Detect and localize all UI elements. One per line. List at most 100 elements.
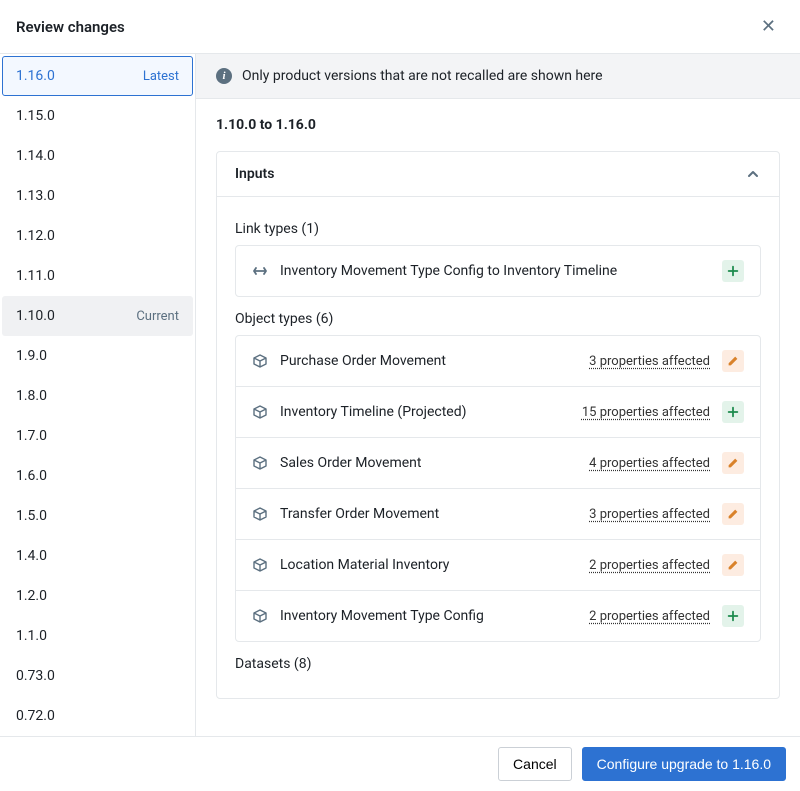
version-number: 1.8.0 <box>16 388 47 404</box>
list-item[interactable]: Transfer Order Movement 3 properties affe… <box>236 489 760 540</box>
notice-text: Only product versions that are not recal… <box>242 68 603 84</box>
list-item[interactable]: Location Material Inventory 2 properties … <box>236 540 760 591</box>
cube-icon <box>252 608 268 624</box>
pencil-icon <box>726 558 740 572</box>
pencil-icon <box>726 456 740 470</box>
version-number: 1.10.0 <box>16 308 55 324</box>
dialog-body: 1.16.0 Latest 1.15.0 1.14.0 1.13.0 1.12.0 1.11… <box>0 54 800 736</box>
items-box: Purchase Order Movement 3 properties affe… <box>235 335 761 642</box>
added-badge <box>722 605 744 627</box>
version-number: 1.15.0 <box>16 108 55 124</box>
inputs-section: Inputs Link types (1) Inventory Movement … <box>216 151 780 699</box>
items-box: Inventory Movement Type Config to Invent… <box>235 245 761 297</box>
properties-affected: 2 properties affected <box>589 609 710 624</box>
version-item[interactable]: 1.5.0 <box>2 496 193 536</box>
version-item[interactable]: 1.14.0 <box>2 136 193 176</box>
dialog-title: Review changes <box>16 18 125 36</box>
configure-upgrade-button[interactable]: Configure upgrade to 1.16.0 <box>582 747 786 781</box>
main-panel: i Only product versions that are not rec… <box>196 54 800 736</box>
version-item[interactable]: 1.13.0 <box>2 176 193 216</box>
version-number: 1.4.0 <box>16 548 47 564</box>
list-item[interactable]: Sales Order Movement 4 properties affecte… <box>236 438 760 489</box>
pencil-icon <box>726 354 740 368</box>
item-name: Transfer Order Movement <box>280 506 577 522</box>
section-title: Inputs <box>235 166 274 182</box>
version-item[interactable]: 1.16.0 Latest <box>2 56 193 96</box>
version-number: 1.6.0 <box>16 468 47 484</box>
version-item[interactable]: 1.9.0 <box>2 336 193 376</box>
item-name: Purchase Order Movement <box>280 353 577 369</box>
version-number: 1.1.0 <box>16 628 47 644</box>
properties-affected: 2 properties affected <box>589 558 710 573</box>
version-number: 1.11.0 <box>16 268 55 284</box>
version-item[interactable]: 1.10.0 Current <box>2 296 193 336</box>
close-button[interactable]: ✕ <box>753 12 784 41</box>
inputs-section-header[interactable]: Inputs <box>217 152 779 197</box>
version-number: 1.2.0 <box>16 588 47 604</box>
cancel-button[interactable]: Cancel <box>498 747 572 781</box>
version-tag: Latest <box>143 69 179 84</box>
properties-affected: 3 properties affected <box>589 507 710 522</box>
item-name: Sales Order Movement <box>280 455 577 471</box>
version-item[interactable]: 0.73.0 <box>2 656 193 696</box>
version-range-title: 1.10.0 to 1.16.0 <box>196 99 800 151</box>
group-label: Object types (6) <box>235 297 761 335</box>
cube-icon <box>252 506 268 522</box>
added-badge <box>722 260 744 282</box>
version-item[interactable]: 1.8.0 <box>2 376 193 416</box>
link-icon <box>252 263 268 279</box>
version-number: 0.73.0 <box>16 668 55 684</box>
list-item[interactable]: Inventory Movement Type Config to Invent… <box>236 246 760 296</box>
version-number: 1.9.0 <box>16 348 47 364</box>
version-sidebar: 1.16.0 Latest 1.15.0 1.14.0 1.13.0 1.12.0 1.11… <box>0 54 196 736</box>
cube-icon <box>252 404 268 420</box>
properties-affected: 15 properties affected <box>582 405 710 420</box>
item-name: Inventory Movement Type Config to Invent… <box>280 263 710 279</box>
list-item[interactable]: Inventory Movement Type Config2 properti… <box>236 591 760 641</box>
item-name: Location Material Inventory <box>280 557 577 573</box>
properties-affected: 3 properties affected <box>589 354 710 369</box>
version-item[interactable]: 1.6.0 <box>2 456 193 496</box>
modified-badge <box>722 554 744 576</box>
dialog-footer: Cancel Configure upgrade to 1.16.0 <box>0 736 800 791</box>
list-item[interactable]: Purchase Order Movement 3 properties affe… <box>236 336 760 387</box>
version-number: 1.5.0 <box>16 508 47 524</box>
version-item[interactable]: 1.4.0 <box>2 536 193 576</box>
cube-icon <box>252 455 268 471</box>
cube-icon <box>252 557 268 573</box>
version-item[interactable]: 1.2.0 <box>2 576 193 616</box>
modified-badge <box>722 503 744 525</box>
info-icon: i <box>216 68 232 84</box>
version-number: 1.16.0 <box>16 68 55 84</box>
version-item[interactable]: 1.7.0 <box>2 416 193 456</box>
changes-scroll-area: Inputs Link types (1) Inventory Movement … <box>196 151 800 736</box>
list-item[interactable]: Inventory Timeline (Projected) 15 propert… <box>236 387 760 438</box>
version-number: 1.7.0 <box>16 428 47 444</box>
added-badge <box>722 401 744 423</box>
version-item[interactable]: 1.1.0 <box>2 616 193 656</box>
plus-icon <box>726 405 740 419</box>
chevron-up-icon <box>745 166 761 182</box>
cube-icon <box>252 353 268 369</box>
version-item[interactable]: 1.15.0 <box>2 96 193 136</box>
version-item[interactable]: 0.72.0 <box>2 696 193 736</box>
modified-badge <box>722 452 744 474</box>
pencil-icon <box>726 507 740 521</box>
version-item[interactable]: 1.12.0 <box>2 216 193 256</box>
inputs-section-body: Link types (1) Inventory Movement Type Co… <box>217 197 779 698</box>
version-number: 0.72.0 <box>16 708 55 724</box>
item-name: Inventory Timeline (Projected) <box>280 404 570 420</box>
close-icon: ✕ <box>761 16 776 36</box>
properties-affected: 4 properties affected <box>589 456 710 471</box>
dialog-header: Review changes ✕ <box>0 0 800 54</box>
plus-icon <box>726 264 740 278</box>
plus-icon <box>726 609 740 623</box>
version-number: 1.13.0 <box>16 188 55 204</box>
version-number: 1.14.0 <box>16 148 55 164</box>
info-notice: i Only product versions that are not rec… <box>196 54 800 99</box>
version-tag: Current <box>136 309 179 324</box>
group-label: Link types (1) <box>235 207 761 245</box>
modified-badge <box>722 350 744 372</box>
version-item[interactable]: 1.11.0 <box>2 256 193 296</box>
version-number: 1.12.0 <box>16 228 55 244</box>
